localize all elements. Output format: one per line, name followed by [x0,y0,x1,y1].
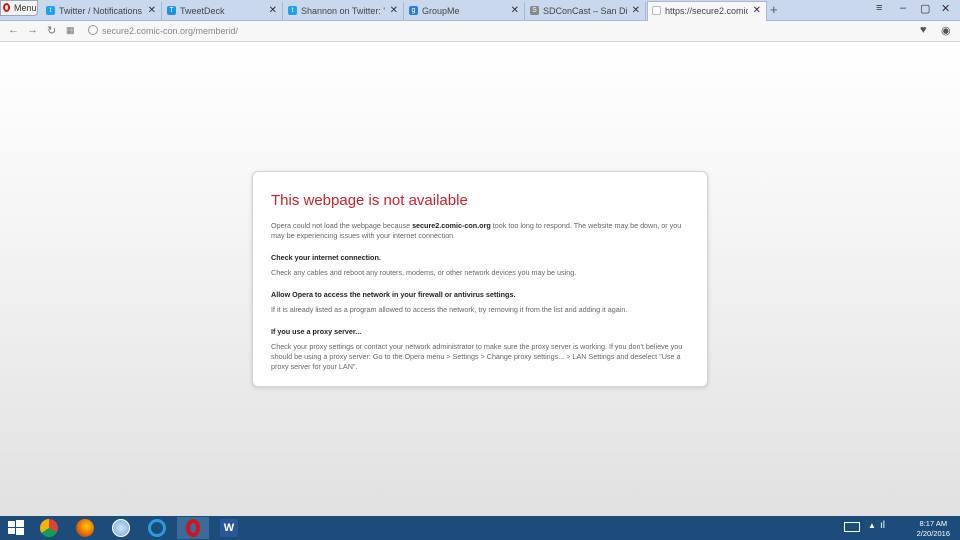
tab-comic-con-active[interactable]: https://secure2.comic-con ✕ [647,1,767,21]
opera-icon [186,519,200,537]
intro-hostname: secure2.comic-con.org [412,221,491,230]
close-icon[interactable]: ✕ [269,5,277,16]
opera-menu-button[interactable]: Menu [0,0,38,16]
restore-icon[interactable]: ▢ [920,2,930,15]
url-text: secure2.comic-con.org/memberid/ [102,26,239,36]
internet-explorer-icon [148,519,166,537]
groupme-icon: g [409,6,418,15]
taskbar-word[interactable]: W [213,517,245,539]
section-body-proxy: Check your proxy settings or contact you… [271,342,683,371]
close-icon[interactable]: ✕ [632,5,640,16]
address-bar: ← → ↻ ▦ secure2.comic-con.org/memberid/ … [0,21,960,42]
tab-twitter-notifications[interactable]: t Twitter / Notifications ✕ [42,2,162,20]
tab-tweetdeck[interactable]: T TweetDeck ✕ [163,2,283,20]
globe-app-icon [112,519,130,537]
heart-bookmark-icon[interactable]: ♥ [920,24,927,36]
url-input[interactable]: secure2.comic-con.org/memberid/ [88,24,908,38]
error-intro: Opera could not load the webpage because… [271,221,689,241]
twitter-bird-icon: t [288,6,297,15]
section-heading-proxy: If you use a proxy server... [271,327,362,336]
clock-date: 2/20/2016 [916,529,950,538]
close-window-icon[interactable]: ✕ [941,2,950,15]
tab-sdconcast[interactable]: S SDConCast – San Diego C ✕ [526,2,646,20]
taskbar-internet-explorer[interactable] [141,517,173,539]
taskbar-globe-app[interactable] [105,517,137,539]
tab-title: Shannon on Twitter: "@Co [301,6,385,16]
close-icon[interactable]: ✕ [148,5,156,16]
twitter-bird-icon: t [46,6,55,15]
error-title: This webpage is not available [271,192,468,209]
tray-expand-icon[interactable]: ▲ [868,521,876,530]
speed-dial-icon[interactable]: ▦ [66,25,75,36]
close-icon[interactable]: ✕ [390,5,398,16]
section-heading-firewall: Allow Opera to access the network in you… [271,290,516,299]
reload-icon[interactable]: ↻ [47,24,56,37]
account-icon[interactable]: ◉ [941,24,951,37]
page-content: This webpage is not available Opera coul… [0,42,960,516]
menu-label: Menu [14,3,37,13]
tab-title: https://secure2.comic-con [665,6,748,16]
firefox-icon [76,519,94,537]
word-icon: W [220,519,238,537]
system-tray: ▲ ıl 8:17 AM 2/20/2016 [840,516,960,540]
taskbar-chrome[interactable] [33,517,65,539]
section-body-firewall: If it is already listed as a program all… [271,305,628,314]
back-icon[interactable]: ← [8,24,19,36]
section-heading-internet: Check your internet connection. [271,253,381,262]
taskbar-firefox[interactable] [69,517,101,539]
globe-icon [88,25,98,35]
taskbar-opera[interactable] [177,517,209,539]
close-icon[interactable]: ✕ [753,5,761,16]
start-button[interactable] [0,517,32,539]
chrome-icon [40,519,58,537]
opera-logo-icon [3,3,10,12]
keyboard-icon[interactable] [844,522,860,532]
tab-title: TweetDeck [180,6,225,16]
taskbar: W ▲ ıl 8:17 AM 2/20/2016 [0,516,960,540]
tab-title: Twitter / Notifications [59,6,143,16]
windows-logo-icon [8,520,24,535]
clock-time: 8:17 AM [919,519,948,528]
tab-bar: Menu t Twitter / Notifications ✕ T Tweet… [0,0,960,21]
tweetdeck-icon: T [167,6,176,15]
new-tab-button[interactable]: + [770,2,778,17]
intro-text-before: Opera could not load the webpage because [271,221,413,230]
page-icon [652,6,661,15]
network-signal-icon[interactable]: ıl [880,520,885,531]
tab-shannon-twitter[interactable]: t Shannon on Twitter: "@Co ✕ [284,2,404,20]
tab-menu-icon[interactable]: ≡ [876,2,882,14]
tab-title: SDConCast – San Diego C [543,6,627,16]
close-icon[interactable]: ✕ [511,5,519,16]
minimize-icon[interactable]: – [900,2,906,14]
section-body-internet: Check any cables and reboot any routers,… [271,268,577,277]
sdconcast-icon: S [530,6,539,15]
tab-groupme[interactable]: g GroupMe ✕ [405,2,525,20]
tab-title: GroupMe [422,6,460,16]
clock[interactable]: 8:17 AM 2/20/2016 [917,519,950,539]
forward-icon[interactable]: → [27,24,38,36]
error-card: This webpage is not available Opera coul… [252,171,708,387]
